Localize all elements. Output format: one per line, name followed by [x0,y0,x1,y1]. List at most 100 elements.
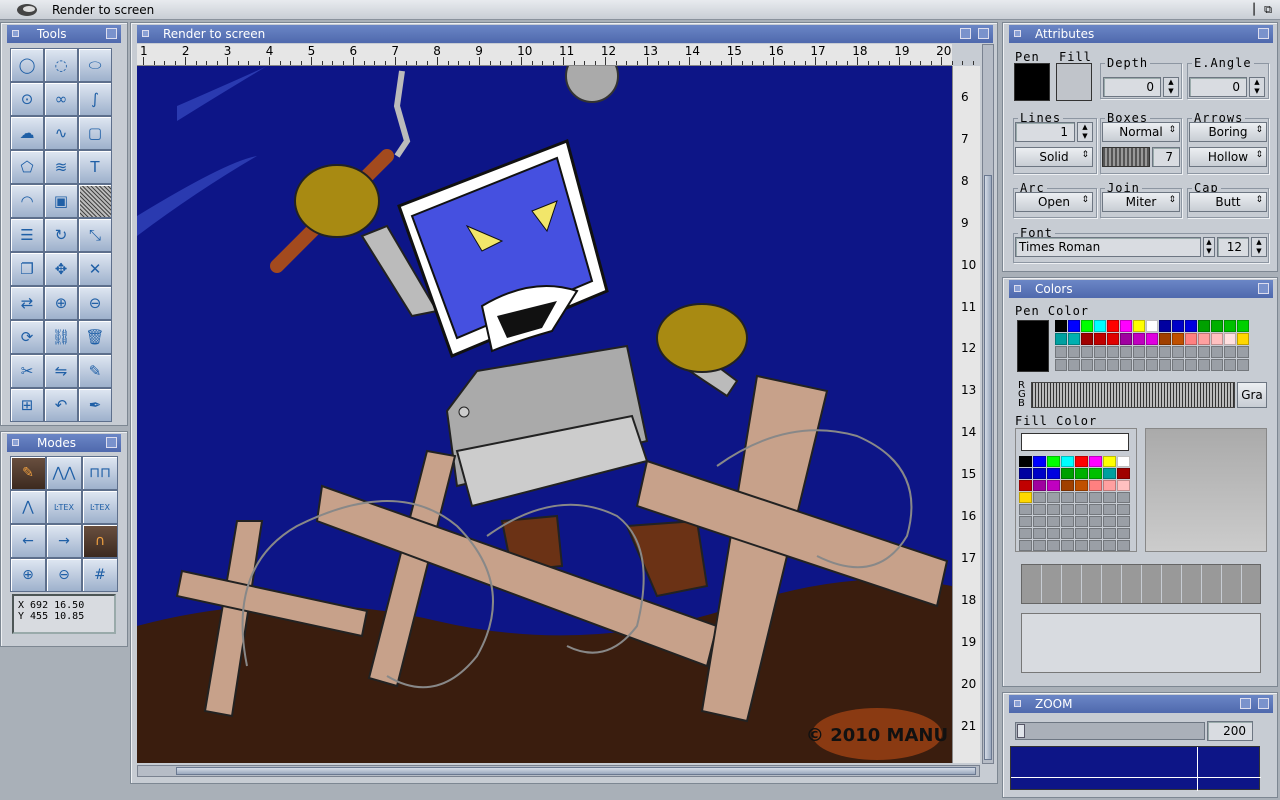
color-swatch[interactable] [1120,333,1132,345]
modes-window-titlebar[interactable]: Modes [7,434,121,452]
depth-icon[interactable] [106,437,117,448]
color-swatch[interactable] [1120,320,1132,332]
empty-color-slot[interactable] [1055,346,1067,358]
color-swatch[interactable] [1061,480,1074,491]
empty-color-slot[interactable] [1117,540,1130,551]
empty-color-slot[interactable] [1103,516,1116,527]
empty-color-slot[interactable] [1103,504,1116,515]
empty-color-slot[interactable] [1033,540,1046,551]
latex-math-mode[interactable]: ĿTEX [82,490,118,524]
color-swatch[interactable] [1117,456,1130,467]
empty-color-slot[interactable] [1075,540,1088,551]
arrow-right-mode[interactable]: → [46,524,82,558]
latex-mode-a[interactable]: ⋀⋀ [46,456,82,490]
latex-mode-b[interactable]: ⊓⊓ [82,456,118,490]
empty-color-slot[interactable] [1089,516,1102,527]
empty-color-slot[interactable] [1211,346,1223,358]
remove-point-tool[interactable]: ⊖ [78,286,112,320]
color-swatch[interactable] [1033,456,1046,467]
spline-tool[interactable]: ≋ [44,150,78,184]
rotate-tool[interactable]: ↻ [44,218,78,252]
empty-color-slot[interactable] [1047,540,1060,551]
color-swatch[interactable] [1081,333,1093,345]
empty-color-slot[interactable] [1103,492,1116,503]
color-swatch[interactable] [1033,468,1046,479]
brush-tool[interactable]: ✎ [78,354,112,388]
color-swatch[interactable] [1075,480,1088,491]
horizontal-ruler[interactable]: 1 2 3 4 5 6 7 8 9 10 11 12 13 14 15 16 17 18 19 20 [137,44,974,66]
color-swatch[interactable] [1019,480,1032,491]
color-swatch[interactable] [1117,480,1130,491]
tools-window-titlebar[interactable]: Tools [7,25,121,43]
depth-field[interactable]: 0 [1103,77,1161,97]
color-swatch[interactable] [1094,333,1106,345]
align-tool[interactable]: ☰ [10,218,44,252]
color-swatch[interactable] [1075,456,1088,467]
empty-color-slot[interactable] [1117,516,1130,527]
color-swatch[interactable] [1103,468,1116,479]
eyedropper-tool[interactable]: ✒ [78,388,112,422]
empty-color-slot[interactable] [1117,492,1130,503]
canvas-window-titlebar[interactable]: Render to screen [137,25,993,43]
color-swatch[interactable] [1172,333,1184,345]
empty-color-slot[interactable] [1107,359,1119,371]
polygon-tool[interactable]: ⬠ [10,150,44,184]
empty-color-slot[interactable] [1033,516,1046,527]
color-swatch[interactable] [1019,492,1032,503]
color-swatch[interactable] [1068,333,1080,345]
color-swatch[interactable] [1133,320,1145,332]
color-swatch[interactable] [1237,320,1249,332]
empty-color-slot[interactable] [1185,346,1197,358]
pen-color-swatch[interactable] [1014,63,1050,101]
empty-color-slot[interactable] [1237,359,1249,371]
empty-color-slot[interactable] [1047,504,1060,515]
empty-color-slot[interactable] [1061,528,1074,539]
add-point-tool[interactable]: ⊕ [44,286,78,320]
empty-color-slot[interactable] [1047,516,1060,527]
color-swatch[interactable] [1117,468,1130,479]
circle-tool[interactable]: ◯ [10,48,44,82]
color-swatch[interactable] [1061,468,1074,479]
update-tool[interactable]: ⟳ [10,320,44,354]
empty-color-slot[interactable] [1103,540,1116,551]
empty-color-slot[interactable] [1117,528,1130,539]
eangle-field[interactable]: 0 [1189,77,1247,97]
close-icon[interactable] [142,30,149,37]
cap-type-cycle[interactable]: Butt ⇕ [1189,192,1267,212]
color-swatch[interactable] [1159,333,1171,345]
box-tool[interactable]: ▢ [78,116,112,150]
glue-tool[interactable]: ⊞ [10,388,44,422]
empty-color-slot[interactable] [1237,346,1249,358]
empty-color-slot[interactable] [1172,359,1184,371]
color-swatch[interactable] [1055,333,1067,345]
empty-color-slot[interactable] [1019,528,1032,539]
arrow-type-cycle[interactable]: Boring ⇕ [1189,122,1267,142]
color-swatch[interactable] [1107,320,1119,332]
box-radius-slider[interactable] [1102,147,1150,167]
arc-tool[interactable]: ◠ [10,184,44,218]
edit-mode[interactable]: ✎ [10,456,46,490]
empty-color-slot[interactable] [1075,492,1088,503]
empty-color-slot[interactable] [1033,504,1046,515]
empty-color-slot[interactable] [1033,528,1046,539]
line-width-field[interactable]: 1 [1015,122,1075,142]
empty-color-slot[interactable] [1061,516,1074,527]
empty-color-slot[interactable] [1107,346,1119,358]
empty-color-slot[interactable] [1068,359,1080,371]
empty-color-slot[interactable] [1094,359,1106,371]
color-swatch[interactable] [1185,333,1197,345]
color-swatch[interactable] [1146,320,1158,332]
empty-color-slot[interactable] [1094,346,1106,358]
color-swatch[interactable] [1094,320,1106,332]
font-size-field[interactable]: 12 [1217,237,1249,257]
empty-color-slot[interactable] [1047,492,1060,503]
empty-color-slot[interactable] [1159,346,1171,358]
mirror-tool[interactable]: ⇋ [44,354,78,388]
empty-color-slot[interactable] [1061,540,1074,551]
color-swatch[interactable] [1133,333,1145,345]
depth-icon[interactable] [1258,283,1269,294]
depth-icon[interactable] [1258,698,1269,709]
ellipse-tool[interactable]: ⬭ [78,48,112,82]
grid-mode[interactable]: # [82,558,118,592]
arrow-fill-cycle[interactable]: Hollow ⇕ [1189,147,1267,167]
